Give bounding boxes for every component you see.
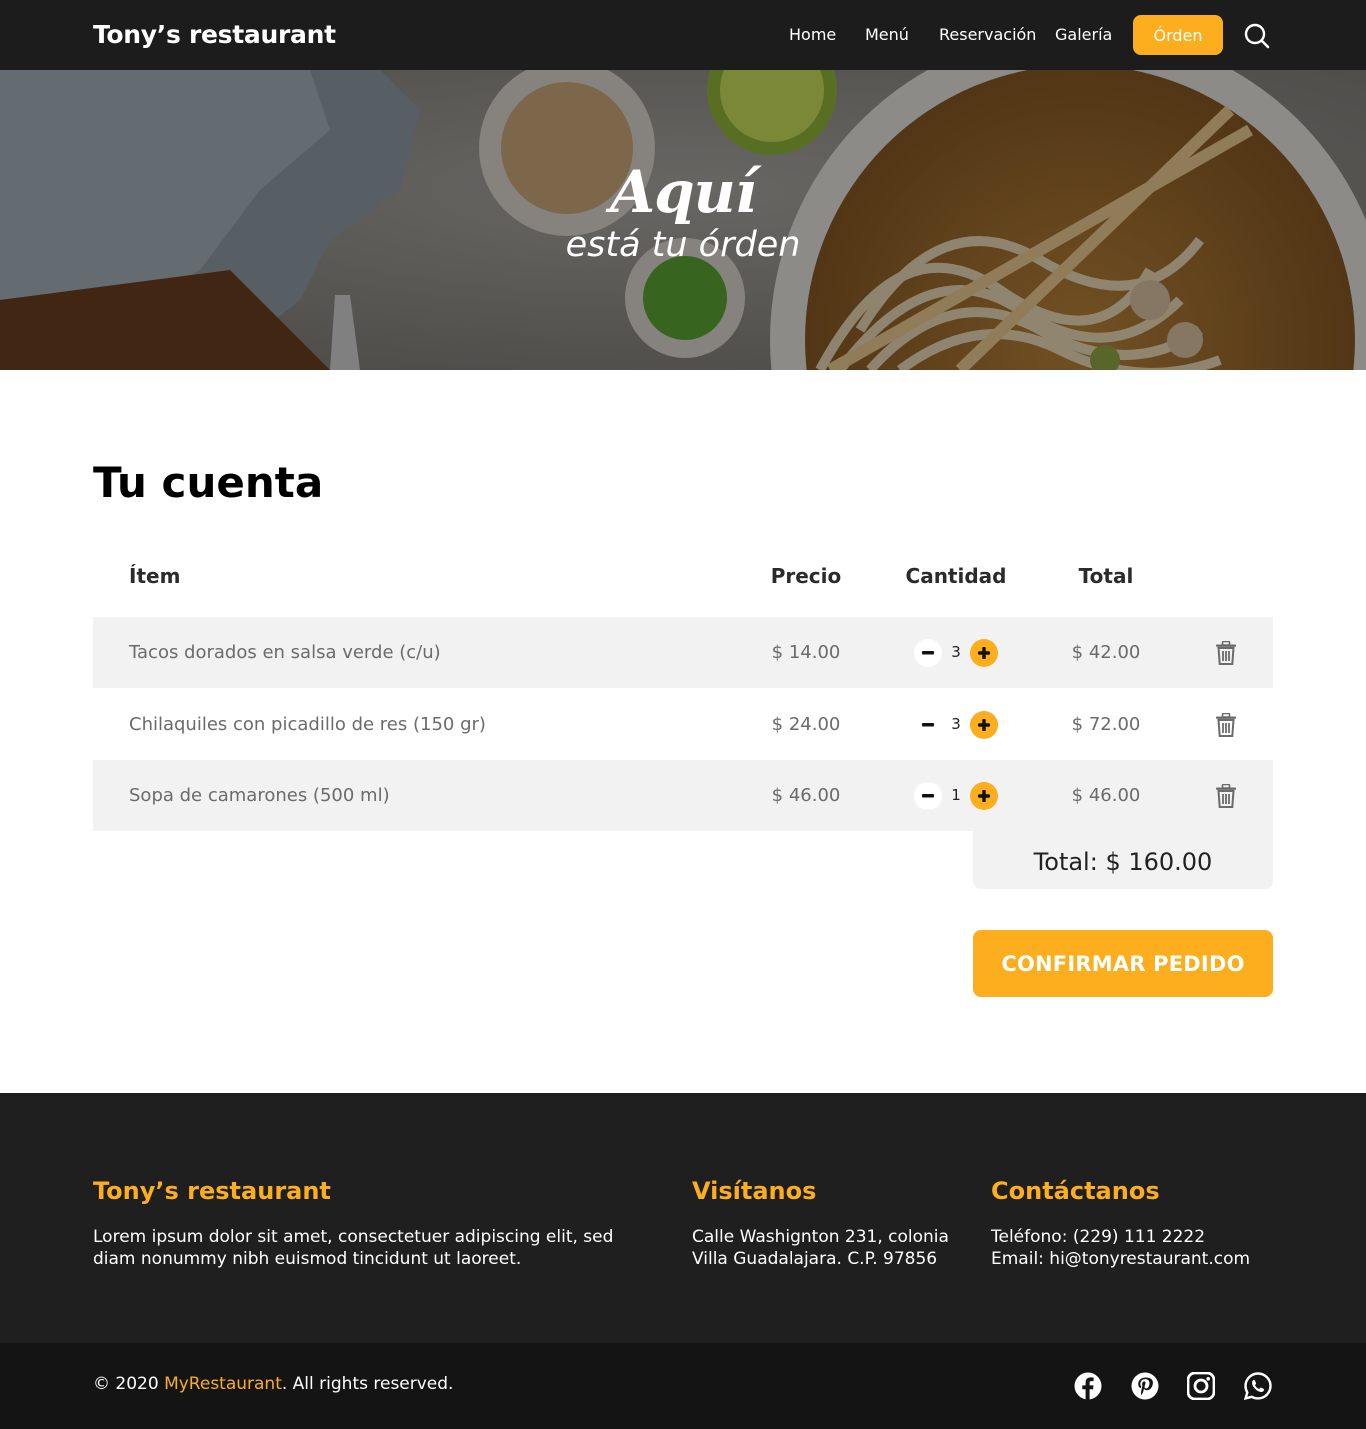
bottom-bar: © 2020 MyRestaurant. All rights reserved…	[0, 1343, 1366, 1429]
column-header-total: Total	[1078, 564, 1134, 588]
footer-address-line: Calle Washignton 231, colonia	[692, 1227, 949, 1247]
nav-link-galeria[interactable]: Galería	[1055, 25, 1112, 44]
whatsapp-icon[interactable]	[1244, 1372, 1272, 1400]
copyright-suffix: . All rights reserved.	[281, 1374, 454, 1394]
plus-icon	[978, 790, 990, 802]
copyright-brand-link[interactable]: MyRestaurant	[164, 1374, 282, 1394]
search-icon[interactable]	[1243, 22, 1271, 50]
increase-quantity-button[interactable]	[970, 782, 998, 810]
confirm-order-button[interactable]: CONFIRMAR PEDIDO	[973, 930, 1273, 997]
minus-icon	[922, 651, 934, 655]
footer: Tony’s restaurant Lorem ipsum dolor sit …	[0, 1093, 1366, 1343]
top-navbar: Tony’s restaurant Home Menú Reservación …	[0, 0, 1366, 70]
grand-total-box: Total: $ 160.00	[973, 831, 1273, 889]
plus-icon	[978, 719, 990, 731]
item-price: $ 46.00	[771, 785, 841, 806]
footer-email[interactable]: Email: hi@tonyrestaurant.com	[991, 1248, 1250, 1270]
quantity-stepper: 3	[914, 639, 998, 667]
minus-icon	[922, 723, 934, 727]
footer-about-text: Lorem ipsum dolor sit amet, consectetuer…	[93, 1227, 614, 1269]
footer-about-title: Tony’s restaurant	[93, 1177, 331, 1205]
instagram-icon[interactable]	[1187, 1372, 1215, 1400]
copyright-prefix: © 2020	[93, 1374, 165, 1394]
hero-subtitle: está tu órden	[565, 225, 801, 265]
footer-phone: Teléfono: (229) 111 2222	[991, 1227, 1206, 1247]
copyright: © 2020 MyRestaurant. All rights reserved…	[93, 1374, 453, 1394]
trash-icon[interactable]	[1215, 713, 1237, 737]
nav-link-home[interactable]: Home	[789, 25, 836, 44]
item-price: $ 14.00	[771, 642, 841, 663]
footer-address-line: Villa Guadalajara. C.P. 97856	[692, 1249, 938, 1269]
nav-link-reservacion[interactable]: Reservación	[939, 25, 1036, 44]
decrease-quantity-button[interactable]	[914, 782, 942, 810]
item-name: Chilaquiles con picadillo de res (150 gr…	[129, 714, 486, 735]
brand-logo[interactable]: Tony’s restaurant	[93, 20, 336, 49]
quantity-stepper: 3	[914, 711, 998, 739]
quantity-value: 1	[951, 786, 961, 804]
footer-visit-title: Visítanos	[692, 1177, 817, 1205]
hero-banner: Aquí está tu órden	[0, 70, 1366, 370]
item-total: $ 46.00	[1071, 785, 1141, 806]
trash-icon[interactable]	[1215, 784, 1237, 808]
pinterest-icon[interactable]	[1131, 1372, 1159, 1400]
item-name: Tacos dorados en salsa verde (c/u)	[129, 642, 441, 663]
quantity-stepper: 1	[914, 782, 998, 810]
trash-icon[interactable]	[1215, 641, 1237, 665]
table-row: Sopa de camarones (500 ml) $ 46.00 1 $ 4…	[93, 760, 1273, 831]
decrease-quantity-button[interactable]	[914, 639, 942, 667]
column-header-quantity: Cantidad	[905, 564, 1007, 588]
item-price: $ 24.00	[771, 714, 841, 735]
item-name: Sopa de camarones (500 ml)	[129, 785, 390, 806]
footer-contact: Teléfono: (229) 111 2222 Email: hi@tonyr…	[991, 1226, 1250, 1270]
order-button[interactable]: Órden	[1133, 15, 1223, 55]
footer-address: Calle Washignton 231, colonia Villa Guad…	[692, 1226, 949, 1270]
table-row: Tacos dorados en salsa verde (c/u) $ 14.…	[93, 617, 1273, 688]
quantity-value: 3	[951, 715, 961, 733]
grand-total: Total: $ 160.00	[1033, 848, 1213, 876]
decrease-quantity-button[interactable]	[914, 711, 942, 739]
page-title: Tu cuenta	[93, 458, 324, 507]
footer-contact-title: Contáctanos	[991, 1177, 1160, 1205]
increase-quantity-button[interactable]	[970, 711, 998, 739]
item-total: $ 72.00	[1071, 714, 1141, 735]
facebook-icon[interactable]	[1074, 1372, 1102, 1400]
increase-quantity-button[interactable]	[970, 639, 998, 667]
column-header-price: Precio	[770, 564, 842, 588]
plus-icon	[978, 647, 990, 659]
column-header-item: Ítem	[129, 564, 181, 588]
minus-icon	[922, 794, 934, 798]
item-total: $ 42.00	[1071, 642, 1141, 663]
table-row: Chilaquiles con picadillo de res (150 gr…	[93, 689, 1273, 760]
hero-title: Aquí	[610, 158, 757, 226]
quantity-value: 3	[951, 643, 961, 661]
nav-link-menu[interactable]: Menú	[865, 25, 909, 44]
